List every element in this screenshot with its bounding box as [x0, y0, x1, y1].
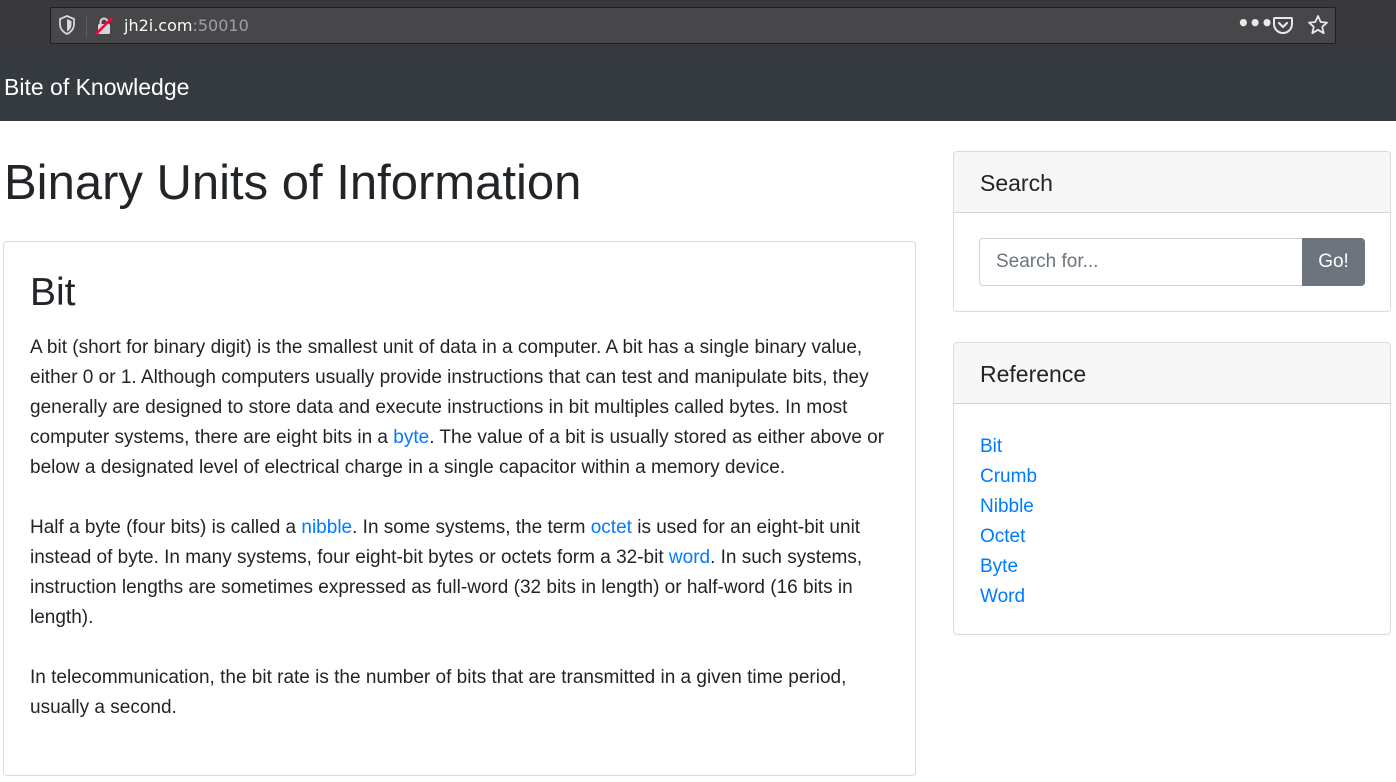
pocket-icon[interactable]	[1272, 14, 1294, 36]
bookmark-star-icon[interactable]	[1307, 14, 1329, 36]
search-widget: Search Go!	[953, 151, 1391, 312]
post-paragraph: Half a byte (four bits) is called a nibb…	[30, 513, 896, 633]
search-input[interactable]	[979, 238, 1303, 286]
page-title: Binary Units of Information	[4, 156, 582, 210]
paragraph-text: Half a byte (four bits) is called a	[30, 517, 302, 538]
post-body: A bit (short for binary digit) is the sm…	[30, 333, 896, 753]
reference-link-octet[interactable]: Octet	[980, 526, 1025, 547]
url-host: jh2i.com	[124, 16, 193, 35]
navbar-brand[interactable]: Bite of Knowledge	[4, 73, 189, 101]
reference-link-byte[interactable]: Byte	[980, 556, 1018, 577]
post-card: Bit A bit (short for binary digit) is th…	[3, 241, 916, 776]
shield-icon[interactable]	[58, 15, 76, 35]
reference-widget-header: Reference	[954, 343, 1390, 404]
post-heading: Bit	[30, 271, 76, 314]
go-button[interactable]: Go!	[1302, 238, 1365, 286]
reference-link-word[interactable]: Word	[980, 586, 1025, 607]
reference-item: Byte	[980, 552, 1364, 582]
reference-item: Word	[980, 582, 1364, 612]
paragraph-text: . In some systems, the term	[352, 517, 591, 538]
reference-link-crumb[interactable]: Crumb	[980, 466, 1037, 487]
insecure-connection-icon[interactable]	[94, 16, 114, 36]
reference-list: Bit Crumb Nibble Octet Byte Word	[954, 404, 1390, 612]
url-text[interactable]: jh2i.com:50010	[124, 16, 249, 36]
reference-item: Crumb	[980, 462, 1364, 492]
reference-item: Bit	[980, 432, 1364, 462]
reference-widget: Reference Bit Crumb Nibble Octet Byte Wo…	[953, 342, 1391, 635]
post-paragraph: A bit (short for binary digit) is the sm…	[30, 333, 896, 483]
post-paragraph: In telecommunication, the bit rate is th…	[30, 667, 847, 718]
search-widget-header: Search	[954, 152, 1390, 213]
link-word[interactable]: word	[669, 547, 710, 568]
browser-toolbar: jh2i.com:50010 •••	[0, 0, 1396, 51]
more-actions-icon[interactable]: •••	[1237, 13, 1273, 36]
link-nibble[interactable]: nibble	[301, 517, 352, 538]
reference-link-nibble[interactable]: Nibble	[980, 496, 1034, 517]
link-octet[interactable]: octet	[591, 517, 632, 538]
reference-item: Nibble	[980, 492, 1364, 522]
url-port: :50010	[192, 16, 249, 35]
site-navbar: Bite of Knowledge	[0, 51, 1396, 121]
link-byte[interactable]: byte	[393, 427, 429, 448]
address-separator	[86, 15, 87, 37]
reference-link-bit[interactable]: Bit	[980, 436, 1002, 457]
reference-item: Octet	[980, 522, 1364, 552]
